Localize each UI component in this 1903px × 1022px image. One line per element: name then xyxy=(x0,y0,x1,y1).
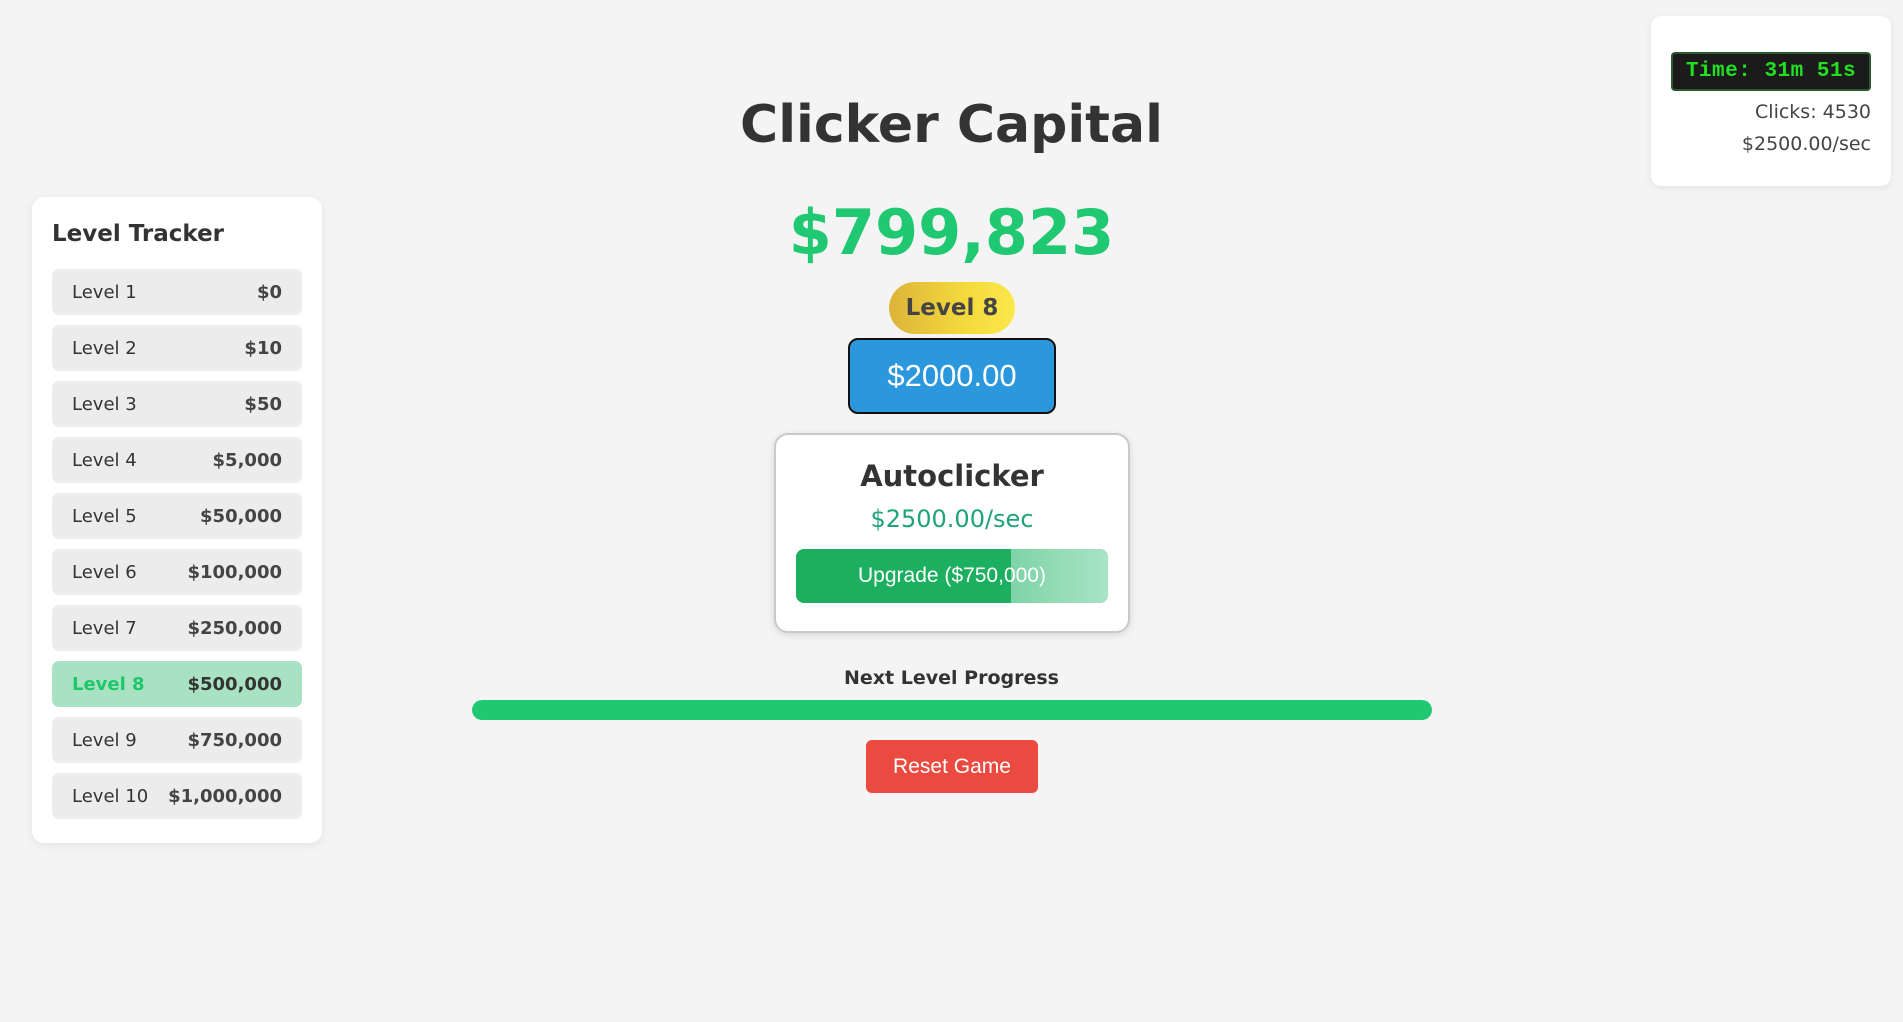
autoclicker-title: Autoclicker xyxy=(860,459,1044,493)
level-name: Level 3 xyxy=(72,393,137,415)
level-cost: $10 xyxy=(244,337,282,359)
level-row: Level 2 $10 xyxy=(52,325,302,371)
level-cost: $100,000 xyxy=(187,561,282,583)
current-level-badge: Level 8 xyxy=(889,282,1015,334)
next-level-progress-label: Next Level Progress xyxy=(844,667,1059,689)
level-cost: $50,000 xyxy=(200,505,282,527)
click-money-button[interactable]: $2000.00 xyxy=(848,338,1056,414)
level-cost: $1,000,000 xyxy=(168,785,282,807)
level-name: Level 9 xyxy=(72,729,137,751)
level-name: Level 5 xyxy=(72,505,137,527)
level-cost: $0 xyxy=(256,281,282,303)
level-tracker: Level Tracker Level 1 $0 Level 2 $10 Level 3… xyxy=(32,197,322,843)
upgrade-button-label: Upgrade ($750,000) xyxy=(858,564,1046,587)
level-cost: $50 xyxy=(244,393,282,415)
next-level-progress-fill xyxy=(472,700,1432,720)
level-list: Level 1 $0 Level 2 $10 Level 3 $50 Level 4 $5,0… xyxy=(52,269,302,819)
autoclicker-card: Autoclicker $2500.00/sec Upgrade ($750,0… xyxy=(774,433,1130,633)
level-name: Level 10 xyxy=(72,785,149,807)
page-title: Clicker Capital xyxy=(740,95,1163,155)
upgrade-autoclicker-button[interactable]: Upgrade ($750,000) xyxy=(796,549,1108,603)
level-row: Level 5 $50,000 xyxy=(52,493,302,539)
timer-display: Time: 31m 51s xyxy=(1671,52,1871,91)
level-name: Level 4 xyxy=(72,449,137,471)
level-cost: $250,000 xyxy=(187,617,282,639)
level-row: Level 7 $250,000 xyxy=(52,605,302,651)
reset-game-button[interactable]: Reset Game xyxy=(866,740,1038,793)
level-row: Level 6 $100,000 xyxy=(52,549,302,595)
level-row: Level 10 $1,000,000 xyxy=(52,773,302,819)
level-row: Level 9 $750,000 xyxy=(52,717,302,763)
level-name: Level 1 xyxy=(72,281,137,303)
level-cost: $750,000 xyxy=(187,729,282,751)
level-row: Level 4 $5,000 xyxy=(52,437,302,483)
level-row: Level 1 $0 xyxy=(52,269,302,315)
money-display: $799,823 xyxy=(788,196,1115,269)
level-name: Level 6 xyxy=(72,561,137,583)
level-cost: $5,000 xyxy=(212,449,282,471)
next-level-progress-bar xyxy=(472,700,1432,720)
level-name: Level 7 xyxy=(72,617,137,639)
level-name: Level 2 xyxy=(72,337,137,359)
autoclicker-rate: $2500.00/sec xyxy=(870,505,1034,533)
game-page: Time: 31m 51s Clicks: 4530 $2500.00/sec … xyxy=(0,0,1903,1022)
level-row: Level 3 $50 xyxy=(52,381,302,427)
